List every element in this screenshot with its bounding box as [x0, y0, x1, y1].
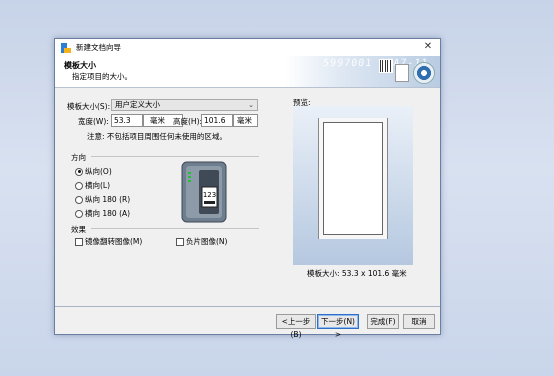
- effects-group-label: 效果: [71, 225, 86, 234]
- title-bar[interactable]: 新建文档向导 ✕: [55, 39, 440, 56]
- width-input[interactable]: 53.3: [111, 114, 143, 127]
- back-button[interactable]: <上一步(B): [276, 314, 316, 339]
- chevron-down-icon: ⌄: [248, 101, 254, 109]
- effects-group-divider: [91, 228, 259, 229]
- checkbox-label: 负片图像(N): [186, 237, 228, 246]
- height-unit-field[interactable]: 毫米: [233, 114, 258, 127]
- close-icon[interactable]: ✕: [422, 41, 434, 53]
- preview-pane: [293, 106, 413, 265]
- button-bar-divider: [55, 306, 440, 307]
- orientation-group-label: 方向: [71, 153, 86, 162]
- radio-icon: [75, 181, 83, 190]
- negative-image-checkbox[interactable]: 负片图像(N): [176, 236, 227, 247]
- width-label: 宽度(W):: [78, 117, 109, 126]
- orientation-group-divider: [91, 156, 259, 157]
- template-size-select[interactable]: 用户定义大小 ⌄: [111, 99, 258, 111]
- disc-icon: [413, 62, 435, 84]
- window-title: 新建文档向导: [76, 43, 121, 52]
- header-banner-image: 5997001 1EA7-11: [285, 56, 440, 87]
- checkbox-label: 镜像翻转图像(M): [85, 237, 143, 246]
- width-unit: 毫米: [150, 116, 165, 125]
- width-value: 53.3: [114, 116, 131, 125]
- page-title: 模板大小: [64, 61, 96, 70]
- height-value: 101.6: [204, 116, 226, 125]
- radio-icon: [75, 195, 83, 204]
- height-input[interactable]: 101.6: [201, 114, 233, 127]
- next-button[interactable]: 下一步(N) >: [317, 314, 359, 339]
- radio-label: 横向(L): [85, 181, 111, 190]
- printer-icon: 123: [179, 160, 229, 224]
- checkbox-icon: [176, 237, 184, 246]
- mirror-image-checkbox[interactable]: 镜像翻转图像(M): [75, 236, 142, 247]
- height-label: 高度(H):: [173, 117, 203, 126]
- orientation-portrait-radio[interactable]: 纵向(O): [75, 166, 112, 177]
- new-document-wizard-dialog: 新建文档向导 ✕ 模板大小 指定项目的大小。 5997001 1EA7-11 模…: [54, 38, 441, 339]
- finish-button[interactable]: 完成(F): [367, 314, 399, 329]
- cancel-button[interactable]: 取消: [403, 314, 435, 329]
- id-card-icon: [395, 64, 409, 82]
- orientation-landscape-180-radio[interactable]: 横向 180 (A): [75, 208, 130, 219]
- preview-size-text: 模板大小: 53.3 x 101.6 毫米: [307, 269, 407, 278]
- radio-icon: [75, 209, 83, 218]
- radio-label: 纵向 180 (R): [85, 195, 131, 204]
- template-size-label: 模板大小(S):: [67, 102, 111, 111]
- orientation-portrait-180-radio[interactable]: 纵向 180 (R): [75, 194, 130, 205]
- radio-label: 横向 180 (A): [85, 209, 131, 218]
- height-unit: 毫米: [237, 116, 252, 125]
- radio-selected-icon: [75, 167, 83, 176]
- radio-label: 纵向(O): [85, 167, 112, 176]
- qr-code-icon: [379, 59, 393, 73]
- label-preview: [323, 122, 383, 235]
- sample-label-text: 123: [203, 191, 216, 199]
- template-size-value: 用户定义大小: [115, 100, 160, 109]
- checkbox-icon: [75, 237, 83, 246]
- orientation-landscape-radio[interactable]: 横向(L): [75, 180, 110, 191]
- unused-area-note: 注意: 不包括项目周围任何未使用的区域。: [87, 132, 227, 141]
- wizard-header: 模板大小 指定项目的大小。 5997001 1EA7-11: [55, 56, 440, 88]
- app-logo-icon: [61, 42, 71, 53]
- page-subtitle: 指定项目的大小。: [72, 72, 132, 81]
